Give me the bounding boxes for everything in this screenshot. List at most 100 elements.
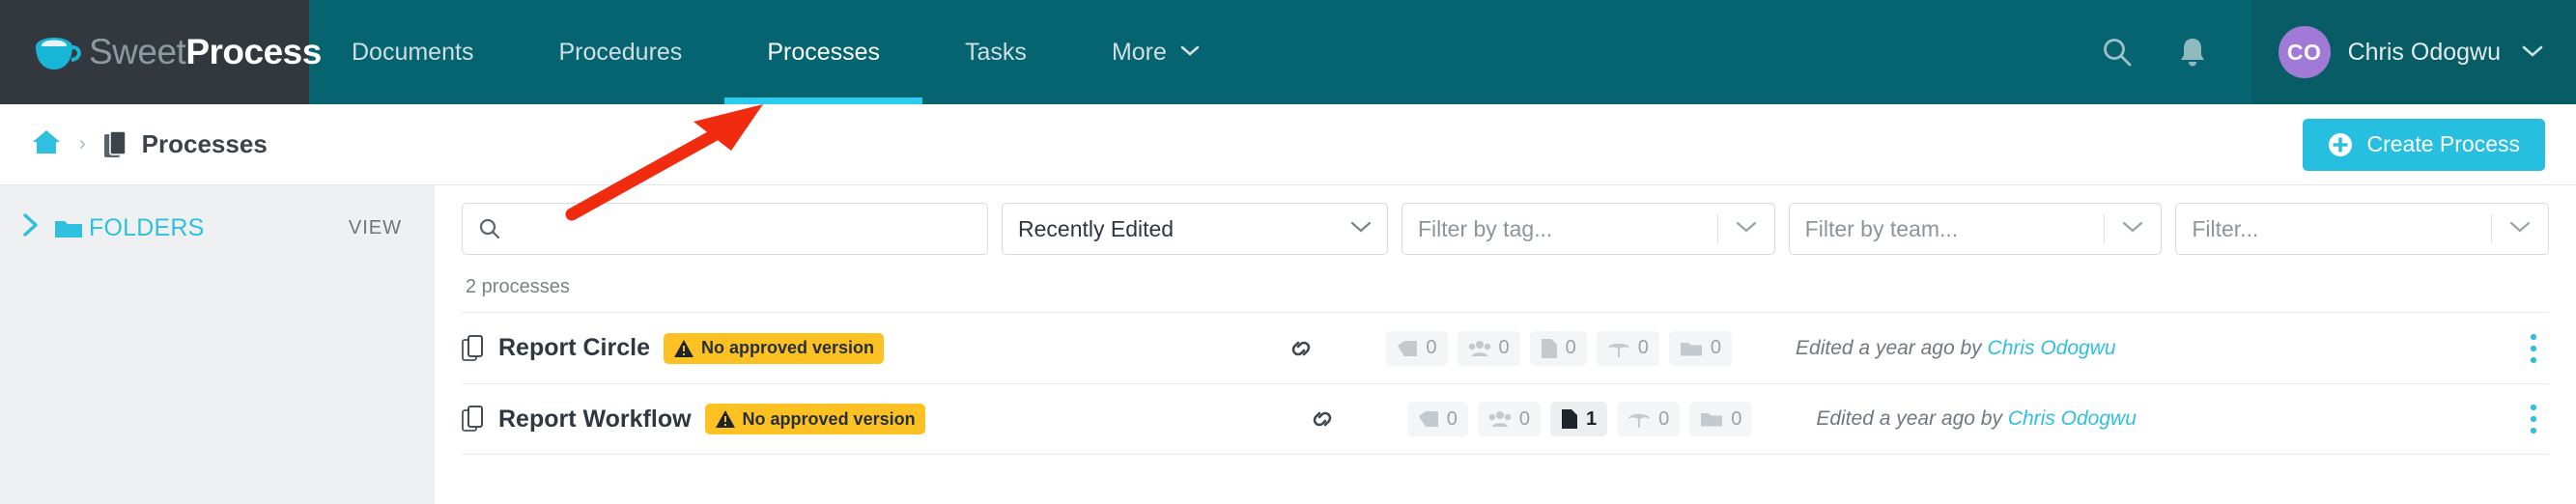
edited-author-link[interactable]: Chris Odogwu <box>2008 407 2137 430</box>
tab-processes-label: Processes <box>767 38 881 66</box>
sidebar: FOLDERS VIEW <box>0 185 435 504</box>
chevron-down-icon[interactable] <box>2492 218 2548 239</box>
user-menu[interactable]: CO Chris Odogwu <box>2250 0 2576 104</box>
tab-tasks[interactable]: Tasks <box>922 0 1069 104</box>
home-icon[interactable] <box>31 128 62 160</box>
chevron-down-icon[interactable] <box>1718 218 1774 239</box>
chip-tag-icon[interactable]: 0 <box>1406 402 1468 436</box>
chip-tag-icon[interactable]: 0 <box>1386 330 1448 366</box>
status-badge: No approved version <box>704 404 925 434</box>
row-actions-menu[interactable] <box>2518 332 2549 365</box>
tag-filter-caret-group <box>1716 204 1774 254</box>
tag-filter-select[interactable]: Filter by tag... <box>1401 203 1775 255</box>
chip-folder-icon[interactable]: 0 <box>1668 330 1733 366</box>
chevron-down-icon <box>1350 218 1372 239</box>
chevron-down-icon <box>2522 42 2543 63</box>
status-badge: No approved version <box>663 332 885 364</box>
metric-chips: 0 0 1 0 0 <box>1406 402 1753 436</box>
edited-prefix: Edited a year ago by <box>1816 407 2002 430</box>
process-icon <box>462 406 485 433</box>
create-process-button[interactable]: Create Process <box>2303 118 2545 171</box>
chip-team-icon[interactable]: 0 <box>1477 402 1541 436</box>
chip-folder-icon[interactable]: 0 <box>1689 402 1753 436</box>
page-title: Processes <box>141 129 268 158</box>
other-filter-select[interactable]: Filter... <box>2175 203 2550 255</box>
tab-processes[interactable]: Processes <box>724 0 922 104</box>
breadcrumb-bar: › Processes Create Process <box>0 104 2576 185</box>
copy-link-icon[interactable] <box>1307 405 1338 434</box>
warning-icon <box>673 339 694 358</box>
breadcrumb-separator: › <box>79 133 86 154</box>
table-row[interactable]: Report Workflow No approved version 0 0 … <box>462 383 2549 455</box>
chip-value: 0 <box>1565 337 1576 358</box>
chip-umbrella-icon[interactable]: 0 <box>1617 402 1681 436</box>
metric-chips: 0 0 0 0 0 <box>1386 330 1733 366</box>
chip-team-icon[interactable]: 0 <box>1457 330 1520 366</box>
results-count: 2 processes <box>466 276 570 297</box>
top-navigation-bar: SweetProcess Documents Procedures Proces… <box>0 0 2576 104</box>
edited-meta: Edited a year ago by Chris Odogwu <box>1816 407 2137 431</box>
table-row[interactable]: Report Circle No approved version 0 0 0 … <box>462 312 2549 383</box>
chip-value: 0 <box>1658 407 1670 430</box>
tab-more-label: More <box>1111 38 1167 66</box>
chip-umbrella-icon[interactable]: 0 <box>1596 330 1659 366</box>
user-name: Chris Odogwu <box>2347 38 2501 66</box>
logo-wordmark: SweetProcess <box>89 32 322 71</box>
status-badge-label: No approved version <box>700 338 875 357</box>
process-title[interactable]: Report Circle <box>498 334 650 362</box>
tab-procedures-label: Procedures <box>558 38 683 66</box>
edited-prefix: Edited a year ago by <box>1796 336 1982 359</box>
other-filter-placeholder: Filter... <box>2192 215 2259 241</box>
chip-value: 0 <box>1426 337 1437 358</box>
search-icon[interactable] <box>2080 0 2155 104</box>
edited-meta: Edited a year ago by Chris Odogwu <box>1796 337 2116 360</box>
process-title[interactable]: Report Workflow <box>498 406 692 434</box>
status-badge-label: No approved version <box>742 408 916 429</box>
chevron-right-icon[interactable] <box>21 212 41 244</box>
sidebar-view-link[interactable]: VIEW <box>349 217 402 239</box>
tag-filter-placeholder: Filter by tag... <box>1418 215 1553 241</box>
row-actions-menu[interactable] <box>2518 403 2549 435</box>
logo[interactable]: SweetProcess <box>0 0 322 104</box>
content-area: Recently Edited Filter by tag... Filter … <box>435 185 2576 504</box>
nav-right-cluster: CO Chris Odogwu <box>2080 0 2576 104</box>
chip-value: 0 <box>1710 337 1722 358</box>
sweetprocess-cup-icon <box>33 33 83 71</box>
chip-value: 1 <box>1585 407 1598 430</box>
avatar: CO <box>2278 26 2331 78</box>
chip-document-icon[interactable]: 1 <box>1549 402 1608 436</box>
page-body: FOLDERS VIEW Recently Edited Filter by t… <box>0 185 2576 504</box>
chip-value: 0 <box>1518 407 1530 430</box>
tab-tasks-label: Tasks <box>965 38 1027 66</box>
team-filter-caret-group <box>2104 204 2161 254</box>
create-process-label: Create Process <box>2366 131 2520 156</box>
tab-documents[interactable]: Documents <box>309 0 516 104</box>
nav-tab-list: Documents Procedures Processes Tasks Mor… <box>309 0 2080 104</box>
search-input[interactable] <box>511 215 972 242</box>
chip-value: 0 <box>1498 337 1510 358</box>
sidebar-folders-label: FOLDERS <box>89 214 205 241</box>
sidebar-item-folders[interactable]: FOLDERS VIEW <box>21 212 402 244</box>
team-filter-select[interactable]: Filter by team... <box>1788 203 2163 255</box>
chip-value: 0 <box>1446 407 1458 430</box>
chevron-down-icon[interactable] <box>2105 218 2161 239</box>
chip-value: 0 <box>1637 337 1649 358</box>
chip-document-icon[interactable]: 0 <box>1529 330 1587 366</box>
tab-documents-label: Documents <box>352 38 474 66</box>
search-field[interactable] <box>462 203 988 255</box>
process-list: Report Circle No approved version 0 0 0 … <box>462 312 2549 455</box>
tab-more[interactable]: More <box>1069 0 1242 104</box>
tab-procedures[interactable]: Procedures <box>516 0 724 104</box>
chip-value: 0 <box>1731 407 1742 430</box>
chevron-down-icon <box>1180 42 1200 62</box>
edited-author-link[interactable]: Chris Odogwu <box>1988 337 2116 359</box>
search-icon <box>478 217 501 240</box>
bell-icon[interactable] <box>2155 0 2230 104</box>
other-filter-caret-group <box>2491 204 2548 254</box>
warning-icon <box>715 409 736 429</box>
plus-circle-icon <box>2328 132 2353 157</box>
process-icon <box>462 334 485 362</box>
sort-select[interactable]: Recently Edited <box>1002 203 1388 255</box>
copy-link-icon[interactable] <box>1286 334 1316 363</box>
filter-toolbar: Recently Edited Filter by tag... Filter … <box>462 203 2550 255</box>
